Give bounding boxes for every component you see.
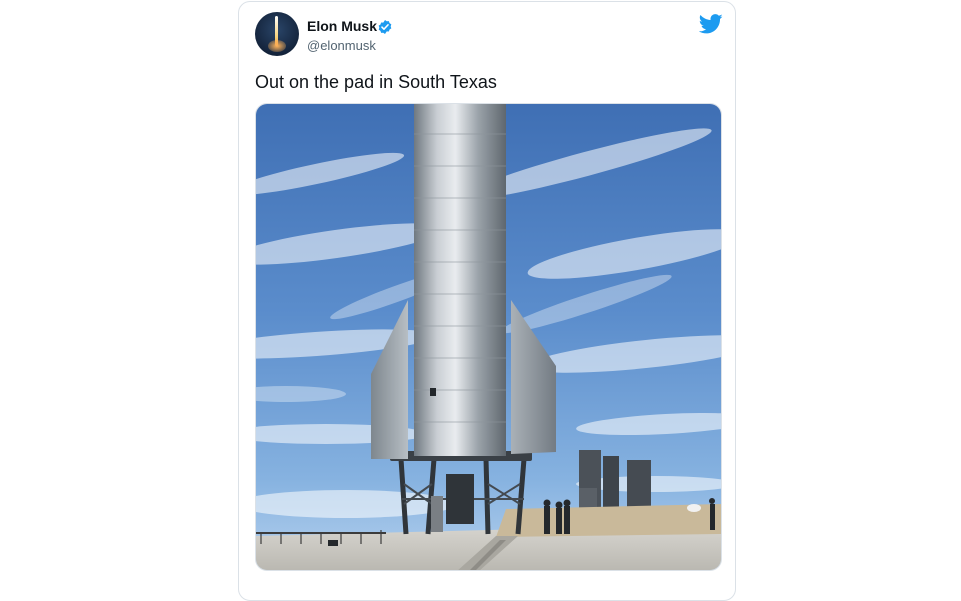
starship-photo	[256, 104, 721, 570]
avatar[interactable]	[255, 12, 299, 56]
twitter-bird-icon[interactable]	[699, 14, 723, 34]
tweet-card[interactable]: Elon Musk @elonmusk Out on the pad in So…	[238, 1, 736, 601]
author-handle[interactable]: @elonmusk	[307, 38, 376, 53]
verified-badge-icon	[378, 20, 392, 34]
avatar-rocket-glow	[268, 40, 286, 52]
tweet-photo[interactable]	[255, 103, 722, 571]
author-name[interactable]: Elon Musk	[307, 18, 377, 34]
tweet-text: Out on the pad in South Texas	[255, 72, 497, 92]
